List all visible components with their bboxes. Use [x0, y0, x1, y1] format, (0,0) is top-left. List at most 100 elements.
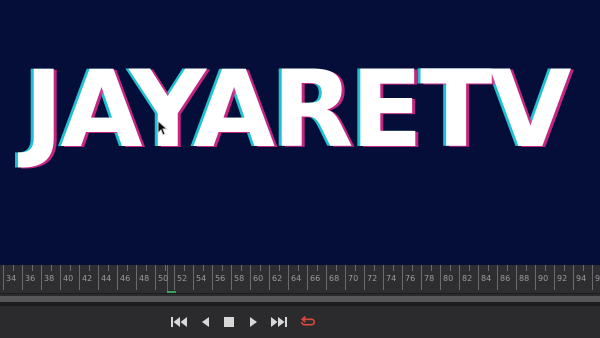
ruler-major-tick: [345, 265, 346, 290]
step-back-button[interactable]: [197, 315, 213, 329]
skip-to-end-icon: [271, 317, 287, 327]
ruler-major-tick: [193, 265, 194, 290]
ruler-minor-tick: [51, 265, 52, 271]
ruler-major-tick: [478, 265, 479, 290]
ruler-tick-label: 64: [291, 274, 302, 283]
ruler-minor-tick: [108, 265, 109, 271]
ruler-minor-tick: [184, 265, 185, 271]
transport-controls: [0, 306, 600, 338]
ruler-tick-label: 38: [44, 274, 55, 283]
ruler-tick-label: 40: [63, 274, 74, 283]
ruler-major-tick: [516, 265, 517, 290]
ruler-major-tick: [155, 265, 156, 290]
mouse-cursor-icon: [157, 120, 169, 136]
ruler-major-tick: [421, 265, 422, 290]
ruler-tick-label: 58: [234, 274, 245, 283]
skip-to-end-button[interactable]: [271, 315, 287, 329]
ruler-minor-tick: [89, 265, 90, 271]
ruler-tick-label: 56: [215, 274, 226, 283]
ruler-major-tick: [79, 265, 80, 290]
ruler-minor-tick: [412, 265, 413, 271]
ruler-major-tick: [554, 265, 555, 290]
ruler-tick-label: 92: [557, 274, 568, 283]
ruler-tick-label: 66: [310, 274, 321, 283]
loop-icon: [300, 316, 315, 326]
ruler-tick-label: 84: [481, 274, 492, 283]
composition-viewer: JAYARETV JAYARETV JAYARETV: [0, 0, 600, 265]
ruler-tick-label: 50: [158, 274, 169, 283]
ruler-tick-label: 96: [595, 274, 600, 283]
ruler-major-tick: [288, 265, 289, 290]
ruler-major-tick: [22, 265, 23, 290]
ruler-minor-tick: [317, 265, 318, 271]
ruler-major-tick: [497, 265, 498, 290]
timeline-panel: 34 36 38 40 42 44 46 48 50 52 54 56 58 60 62 64 66 68 70 72…: [0, 265, 600, 338]
ruler-minor-tick: [279, 265, 280, 271]
ruler-major-tick: [326, 265, 327, 290]
time-ruler[interactable]: 34 36 38 40 42 44 46 48 50 52 54 56 58 60 62 64 66 68 70 72…: [0, 265, 600, 294]
ruler-minor-tick: [431, 265, 432, 271]
skip-to-start-button[interactable]: [171, 315, 187, 329]
loop-button[interactable]: [300, 315, 316, 329]
ruler-minor-tick: [203, 265, 204, 271]
step-back-icon: [201, 317, 209, 327]
stop-button[interactable]: [221, 315, 237, 329]
ruler-tick-label: 68: [329, 274, 340, 283]
ruler-tick-label: 78: [424, 274, 435, 283]
ruler-tick-label: 90: [538, 274, 549, 283]
ruler-major-tick: [98, 265, 99, 290]
ruler-minor-tick: [469, 265, 470, 271]
ruler-tick-label: 52: [177, 274, 188, 283]
ruler-tick-label: 44: [101, 274, 112, 283]
ruler-tick-label: 74: [386, 274, 397, 283]
ruler-minor-tick: [374, 265, 375, 271]
ruler-tick-label: 36: [25, 274, 36, 283]
ruler-minor-tick: [165, 265, 166, 271]
ruler-tick-label: 54: [196, 274, 207, 283]
ruler-minor-tick: [222, 265, 223, 271]
ruler-minor-tick: [32, 265, 33, 271]
ruler-minor-tick: [507, 265, 508, 271]
ruler-tick-label: 62: [272, 274, 283, 283]
ruler-tick-label: 82: [462, 274, 473, 283]
ruler-minor-tick: [13, 265, 14, 271]
ruler-major-tick: [269, 265, 270, 290]
title-text: JAYARETV: [24, 48, 571, 171]
ruler-major-tick: [231, 265, 232, 290]
ruler-major-tick: [117, 265, 118, 290]
ruler-major-tick: [459, 265, 460, 290]
ruler-major-tick: [440, 265, 441, 290]
ruler-major-tick: [402, 265, 403, 290]
ruler-major-tick: [307, 265, 308, 290]
ruler-minor-tick: [393, 265, 394, 271]
ruler-major-tick: [592, 265, 593, 290]
ruler-minor-tick: [298, 265, 299, 271]
ruler-minor-tick: [127, 265, 128, 271]
ruler-tick-label: 70: [348, 274, 359, 283]
ruler-minor-tick: [260, 265, 261, 271]
ruler-minor-tick: [336, 265, 337, 271]
ruler-minor-tick: [450, 265, 451, 271]
ruler-major-tick: [212, 265, 213, 290]
ruler-major-tick: [136, 265, 137, 290]
ruler-tick-label: 48: [139, 274, 150, 283]
play-button[interactable]: [245, 315, 261, 329]
play-icon: [249, 317, 257, 327]
ruler-tick-label: 46: [120, 274, 131, 283]
ruler-minor-tick: [526, 265, 527, 271]
ruler-tick-label: 60: [253, 274, 264, 283]
ruler-major-tick: [573, 265, 574, 290]
ruler-major-tick: [41, 265, 42, 290]
ruler-tick-label: 88: [519, 274, 530, 283]
ruler-tick-label: 76: [405, 274, 416, 283]
ruler-tick-label: 86: [500, 274, 511, 283]
ruler-minor-tick: [564, 265, 565, 271]
ruler-major-tick: [364, 265, 365, 290]
ruler-tick-label: 94: [576, 274, 587, 283]
skip-to-start-icon: [171, 317, 187, 327]
ruler-minor-tick: [241, 265, 242, 271]
ruler-minor-tick: [146, 265, 147, 271]
playhead-marker: [167, 291, 176, 293]
ruler-tick-label: 80: [443, 274, 454, 283]
ruler-major-tick: [174, 265, 175, 290]
